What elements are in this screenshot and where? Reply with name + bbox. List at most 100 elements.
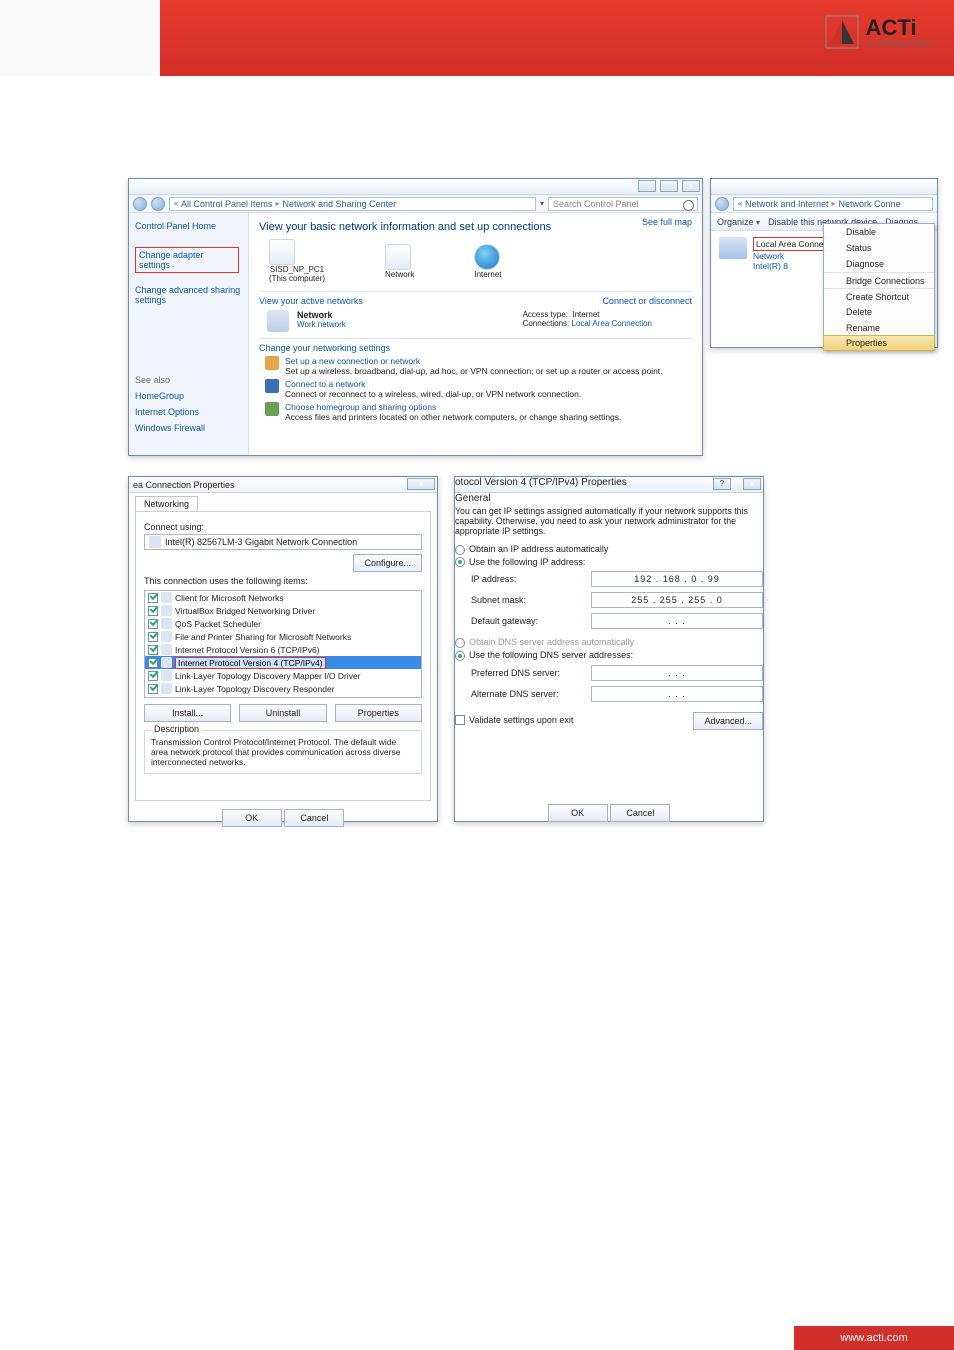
ok-button[interactable]: OK bbox=[222, 809, 282, 827]
context-menu: Disable Status Diagnose Bridge Connectio… bbox=[823, 223, 935, 351]
ctx-status[interactable]: Status bbox=[824, 240, 934, 256]
connect-using-label: Connect using: bbox=[144, 522, 422, 532]
configure-button[interactable]: Configure... bbox=[353, 554, 422, 572]
uninstall-button[interactable]: Uninstall bbox=[239, 704, 326, 722]
internet-options-link[interactable]: Internet Options bbox=[135, 407, 242, 417]
gateway-field[interactable]: . . . bbox=[591, 613, 763, 629]
homegroup-link[interactable]: HomeGroup bbox=[135, 391, 242, 401]
radio-auto-dns-label: Obtain DNS server address automatically bbox=[469, 637, 634, 647]
checkbox[interactable] bbox=[148, 619, 158, 629]
item-label: Client for Microsoft Networks bbox=[175, 593, 284, 603]
computer-icon bbox=[269, 239, 295, 265]
homegroup-options-link[interactable]: Choose homegroup and sharing options bbox=[285, 402, 621, 412]
item-label: Link-Layer Topology Discovery Mapper I/O… bbox=[175, 671, 361, 681]
radio-use-dns[interactable] bbox=[455, 651, 465, 661]
window-titlebar[interactable] bbox=[711, 179, 937, 195]
close-button[interactable]: x bbox=[407, 478, 435, 490]
breadcrumb-item[interactable]: All Control Panel Items bbox=[181, 199, 273, 209]
help-button[interactable]: ? bbox=[713, 478, 731, 490]
ctx-delete[interactable]: Delete bbox=[824, 304, 934, 320]
item-label-ipv4: Internet Protocol Version 4 (TCP/IPv4) bbox=[175, 657, 326, 669]
logo-mark-icon bbox=[824, 14, 860, 50]
connection-link[interactable]: Local Area Connection bbox=[572, 319, 653, 328]
radio-auto-ip[interactable] bbox=[455, 545, 465, 555]
dialog-titlebar[interactable]: otocol Version 4 (TCP/IPv4) Properties ?… bbox=[455, 477, 763, 493]
access-type-label: Access type: bbox=[523, 310, 568, 319]
item-label: Link-Layer Topology Discovery Responder bbox=[175, 684, 335, 694]
protocol-list[interactable]: Client for Microsoft Networks VirtualBox… bbox=[144, 590, 422, 698]
item-label: File and Printer Sharing for Microsoft N… bbox=[175, 632, 351, 642]
properties-button[interactable]: Properties bbox=[335, 704, 422, 722]
breadcrumb-item[interactable]: Network Conne bbox=[839, 199, 901, 209]
change-adapter-settings-link[interactable]: Change adapter settings bbox=[135, 247, 239, 273]
checkbox[interactable] bbox=[148, 684, 158, 694]
breadcrumb[interactable]: « Network and Internet ▸ Network Conne bbox=[733, 197, 933, 211]
ok-button[interactable]: OK bbox=[548, 804, 608, 822]
ctx-rename[interactable]: Rename bbox=[824, 320, 934, 336]
advanced-button[interactable]: Advanced... bbox=[693, 712, 763, 730]
control-panel-home-link[interactable]: Control Panel Home bbox=[135, 221, 242, 231]
description-group: Description Transmission Control Protoco… bbox=[144, 730, 422, 774]
checkbox[interactable] bbox=[148, 606, 158, 616]
organize-menu[interactable]: Organize ▾ bbox=[717, 217, 760, 227]
checkbox[interactable] bbox=[148, 632, 158, 642]
close-button[interactable]: x bbox=[682, 180, 700, 192]
task-icon bbox=[265, 379, 279, 393]
main-panel: See full map View your basic network inf… bbox=[249, 213, 702, 455]
checkbox[interactable] bbox=[148, 645, 158, 655]
setup-connection-link[interactable]: Set up a new connection or network bbox=[285, 356, 663, 366]
item-label: QoS Packet Scheduler bbox=[175, 619, 261, 629]
nav-forward-icon[interactable] bbox=[151, 197, 165, 211]
mask-field[interactable]: 255 . 255 . 255 . 0 bbox=[591, 592, 763, 608]
access-type-value: Internet bbox=[572, 310, 599, 319]
breadcrumb-item[interactable]: Network and Sharing Center bbox=[283, 199, 397, 209]
connection-properties-dialog: ea Connection Properties x Networking Co… bbox=[128, 476, 438, 822]
ctx-disable[interactable]: Disable bbox=[824, 224, 934, 240]
breadcrumb[interactable]: « All Control Panel Items ▸ Network and … bbox=[169, 197, 536, 211]
install-button[interactable]: Install... bbox=[144, 704, 231, 722]
general-tab[interactable]: General bbox=[455, 493, 491, 504]
connect-network-link[interactable]: Connect to a network bbox=[285, 379, 581, 389]
radio-use-ip[interactable] bbox=[455, 557, 465, 567]
minimize-button[interactable] bbox=[638, 180, 656, 192]
ctx-diagnose[interactable]: Diagnose bbox=[824, 256, 934, 272]
ctx-shortcut[interactable]: Create Shortcut bbox=[824, 288, 934, 304]
change-advanced-sharing-link[interactable]: Change advanced sharing settings bbox=[135, 285, 242, 305]
adns-field[interactable]: . . . bbox=[591, 686, 763, 702]
ctx-bridge[interactable]: Bridge Connections bbox=[824, 272, 934, 288]
breadcrumb-dropdown-icon[interactable]: ▾ bbox=[540, 199, 544, 208]
validate-checkbox[interactable] bbox=[455, 715, 465, 725]
window-titlebar[interactable]: x bbox=[129, 179, 702, 195]
dialog-titlebar[interactable]: ea Connection Properties x bbox=[129, 477, 437, 493]
sidebar: Control Panel Home Change adapter settin… bbox=[129, 213, 249, 455]
close-button[interactable]: x bbox=[743, 478, 761, 490]
nav-back-icon[interactable] bbox=[133, 197, 147, 211]
see-full-map-link[interactable]: See full map bbox=[642, 217, 692, 227]
networking-tab[interactable]: Networking bbox=[135, 496, 198, 511]
windows-firewall-link[interactable]: Windows Firewall bbox=[135, 423, 242, 433]
ctx-properties[interactable]: Properties bbox=[823, 335, 935, 351]
address-bar: « All Control Panel Items ▸ Network and … bbox=[129, 195, 702, 213]
maximize-button[interactable] bbox=[660, 180, 678, 192]
checkbox[interactable] bbox=[148, 593, 158, 603]
task-icon bbox=[265, 356, 279, 370]
connect-disconnect-link[interactable]: Connect or disconnect bbox=[602, 296, 692, 306]
breadcrumb-item[interactable]: Network and Internet bbox=[745, 199, 829, 209]
item-icon bbox=[161, 592, 172, 603]
task-desc: Connect or reconnect to a wireless, wire… bbox=[285, 389, 581, 399]
checkbox[interactable] bbox=[148, 658, 158, 668]
cancel-button[interactable]: Cancel bbox=[610, 804, 670, 822]
description-text: Transmission Control Protocol/Internet P… bbox=[151, 737, 415, 767]
cancel-button[interactable]: Cancel bbox=[284, 809, 344, 827]
network-item-icon bbox=[267, 310, 289, 332]
ipv4-properties-dialog: otocol Version 4 (TCP/IPv4) Properties ?… bbox=[454, 476, 764, 822]
intro-text: You can get IP settings assigned automat… bbox=[455, 506, 763, 536]
pdns-field[interactable]: . . . bbox=[591, 665, 763, 681]
network-type-link[interactable]: Work network bbox=[297, 320, 346, 329]
internet-icon bbox=[474, 244, 500, 270]
checkbox[interactable] bbox=[148, 671, 158, 681]
network-name: Network bbox=[297, 310, 333, 320]
ip-field[interactable]: 192 . 168 . 0 . 99 bbox=[591, 571, 763, 587]
search-input[interactable]: Search Control Panel bbox=[548, 197, 698, 211]
nav-back-icon[interactable] bbox=[715, 197, 729, 211]
